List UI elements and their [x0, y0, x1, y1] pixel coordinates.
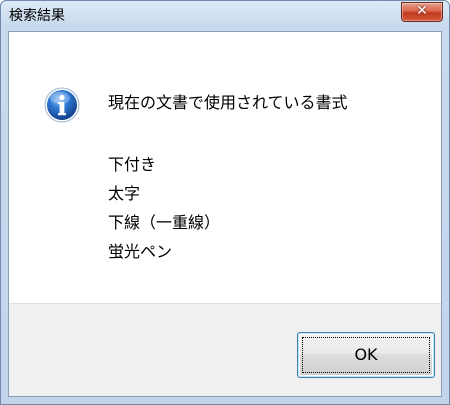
close-icon: ✕ — [416, 3, 428, 19]
message-heading: 現在の文書で使用されている書式 — [108, 93, 348, 112]
close-button[interactable]: ✕ — [401, 2, 443, 22]
ok-button-label: OK — [354, 345, 378, 364]
dialog-window: 検索結果 ✕ 現在の文書で使用されている書式 下付き 太字 下線（一重線） 蛍光… — [0, 0, 450, 405]
dialog-title: 検索結果 — [9, 8, 65, 24]
info-icon — [44, 87, 80, 123]
button-bar: OK — [9, 303, 441, 396]
list-item: 蛍光ペン — [108, 242, 173, 261]
list-item: 太字 — [108, 184, 141, 203]
title-bar[interactable]: 検索結果 ✕ — [1, 1, 449, 31]
dialog-client-area: 現在の文書で使用されている書式 下付き 太字 下線（一重線） 蛍光ペン OK — [8, 31, 442, 397]
list-item: 下線（一重線） — [108, 213, 221, 232]
message-area: 現在の文書で使用されている書式 下付き 太字 下線（一重線） 蛍光ペン — [9, 32, 441, 303]
ok-button[interactable]: OK — [297, 332, 435, 378]
format-list: 下付き 太字 下線（一重線） 蛍光ペン — [108, 150, 220, 266]
list-item: 下付き — [108, 155, 157, 174]
